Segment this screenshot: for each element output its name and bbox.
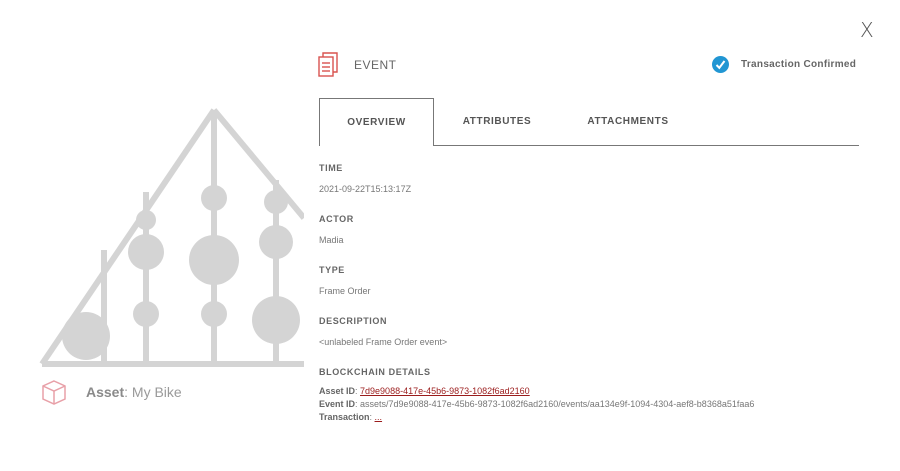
asset-row: Asset: My Bike (40, 378, 182, 406)
event-id-row: Event ID: assets/7d9e9088-417e-45b6-9873… (319, 399, 755, 409)
actor-label: ACTOR (319, 214, 354, 224)
tab-bar: OVERVIEW ATTRIBUTES ATTACHMENTS (319, 98, 859, 146)
asset-id-row: Asset ID: 7d9e9088-417e-45b6-9873-1082f6… (319, 386, 530, 396)
document-icon (318, 52, 338, 77)
actor-value: Madia (319, 235, 344, 245)
asset-name: My Bike (131, 384, 182, 400)
tab-attributes[interactable]: ATTRIBUTES (434, 98, 560, 145)
description-label: DESCRIPTION (319, 316, 388, 326)
description-value: <unlabeled Frame Order event> (319, 337, 448, 347)
type-value: Frame Order (319, 286, 371, 296)
tab-attachments[interactable]: ATTACHMENTS (560, 98, 696, 145)
transaction-status: Transaction Confirmed (712, 56, 856, 73)
close-button[interactable]: X (860, 18, 874, 42)
overview-panel: TIME 2021-09-22T15:13:17Z ACTOR Madia TY… (319, 163, 879, 422)
type-label: TYPE (319, 265, 345, 275)
time-label: TIME (319, 163, 343, 173)
status-text: Transaction Confirmed (741, 59, 857, 70)
box-icon (42, 380, 66, 405)
abacus-logo-icon (39, 108, 304, 367)
transaction-row: Transaction: ... (319, 412, 383, 422)
time-value: 2021-09-22T15:13:17Z (319, 184, 412, 194)
asset-id-link[interactable]: 7d9e9088-417e-45b6-9873-1082f6ad2160 (360, 386, 530, 396)
asset-label: Asset: My Bike (86, 384, 182, 400)
event-id-value: assets/7d9e9088-417e-45b6-9873-1082f6ad2… (360, 399, 755, 409)
event-title: EVENT (354, 58, 397, 72)
tab-overview[interactable]: OVERVIEW (319, 98, 434, 146)
transaction-link[interactable]: ... (375, 412, 383, 422)
check-circle-icon (712, 56, 729, 73)
blockchain-label: BLOCKCHAIN DETAILS (319, 367, 431, 377)
event-header: EVENT (318, 52, 397, 78)
